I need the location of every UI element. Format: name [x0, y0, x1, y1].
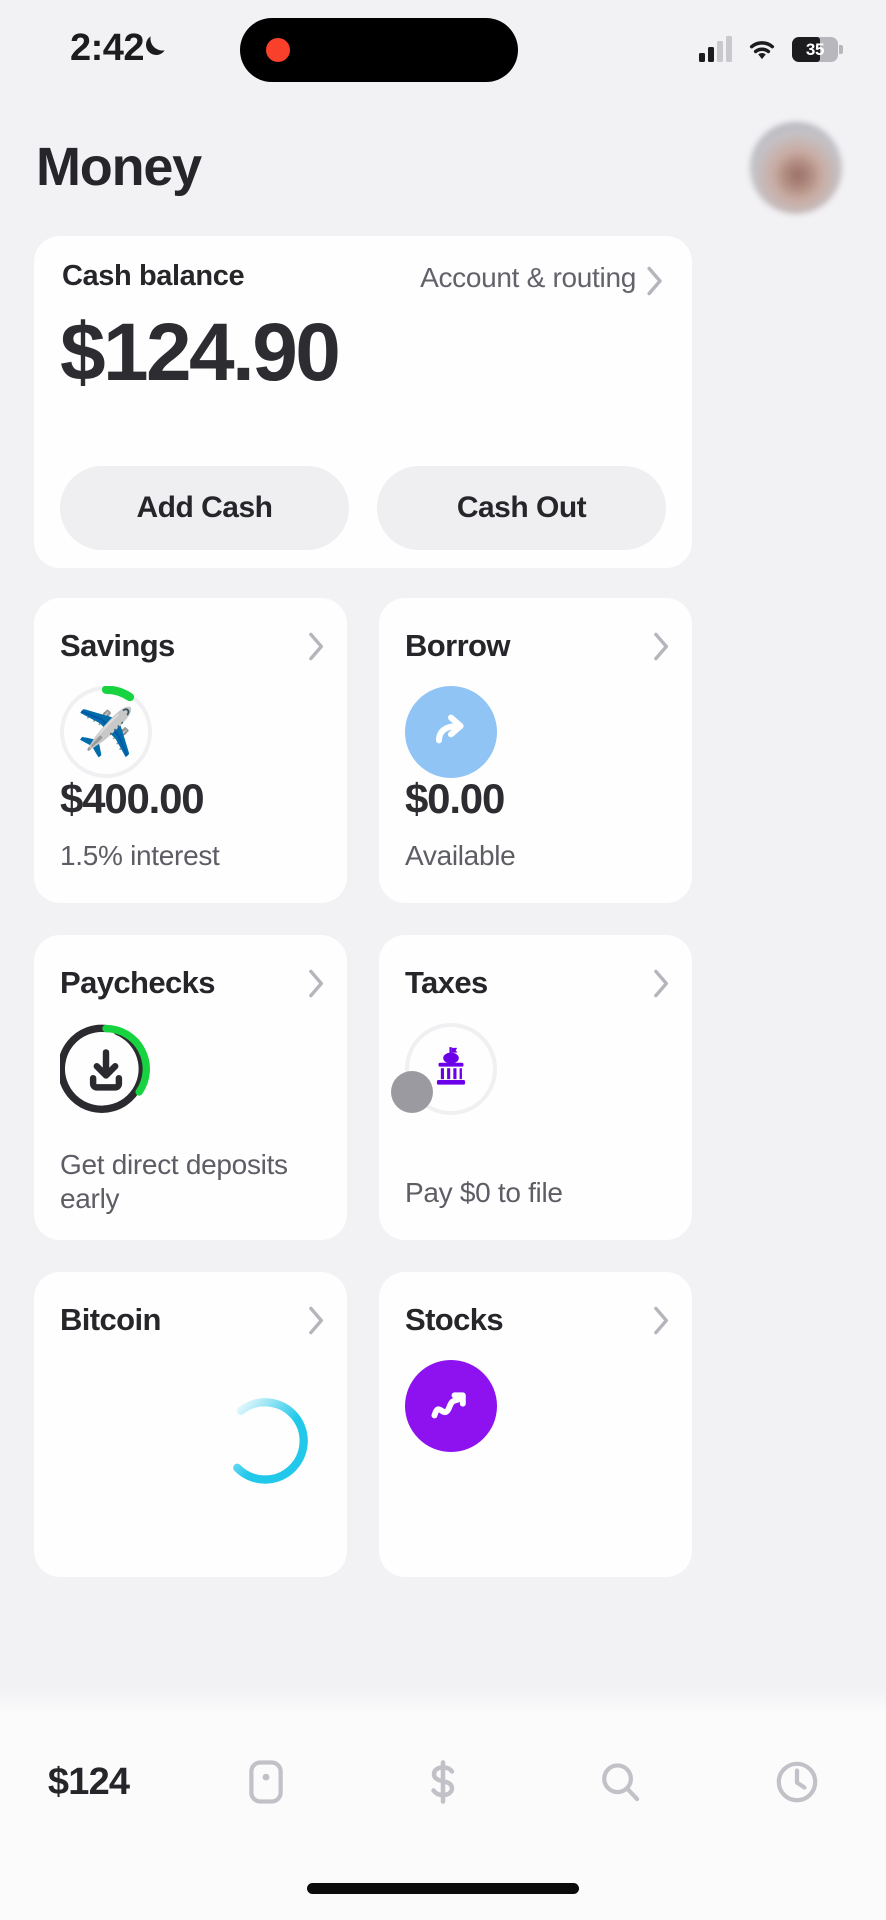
download-arrow-ring-icon: [60, 1023, 152, 1115]
tile-savings[interactable]: Savings ✈️ $400.00 1.5% interest: [34, 598, 347, 903]
chevron-right-icon[interactable]: [653, 969, 670, 998]
cash-balance-header: Cash balance Account & routing: [34, 236, 692, 310]
tile-savings-title: Savings: [60, 628, 175, 663]
card-icon: [249, 1760, 283, 1804]
chevron-right-icon[interactable]: [653, 1306, 670, 1335]
tile-bitcoin-header: Bitcoin: [60, 1302, 325, 1338]
account-routing-link[interactable]: Account & routing: [420, 262, 636, 294]
trending-up-circle-icon: [405, 1360, 497, 1452]
cellular-bars-icon: [699, 36, 732, 62]
tile-stocks[interactable]: Stocks: [379, 1272, 692, 1577]
loading-spinner-icon: [217, 1396, 309, 1488]
cash-balance-label: Cash balance: [62, 260, 245, 292]
battery-percent: 35: [805, 39, 825, 59]
tab-money-label: $124: [47, 1760, 130, 1803]
tile-borrow[interactable]: Borrow $0.00 Available: [379, 598, 692, 903]
clock-icon: [777, 1761, 818, 1803]
tile-borrow-title: Borrow: [405, 628, 511, 663]
avatar[interactable]: [750, 122, 842, 214]
cash-balance-card: Cash balance Account & routing $124.90 A…: [34, 236, 692, 568]
chevron-right-icon[interactable]: [646, 266, 664, 296]
tile-paychecks-title: Paychecks: [60, 965, 216, 1000]
tile-savings-amount: $400.00: [60, 775, 205, 822]
status-bar-time: 2:42: [70, 27, 145, 69]
tile-taxes[interactable]: Taxes Pay $0 to file: [379, 935, 692, 1240]
government-building-icon: [391, 1023, 497, 1115]
page-title: Money: [36, 137, 202, 197]
tile-stocks-header: Stocks: [405, 1302, 670, 1338]
dynamic-island: [240, 18, 518, 82]
tab-payments[interactable]: [354, 1736, 531, 1828]
battery-icon: 35: [792, 37, 843, 62]
chevron-right-icon[interactable]: [653, 632, 670, 661]
tab-search[interactable]: [532, 1736, 709, 1828]
crescent-moon-icon: [146, 36, 165, 55]
tab-money[interactable]: $124: [0, 1736, 177, 1828]
tile-bitcoin[interactable]: Bitcoin: [34, 1272, 347, 1577]
chevron-right-icon[interactable]: [308, 632, 325, 661]
tab-activity[interactable]: [709, 1736, 886, 1828]
dollar-sign-icon: [431, 1760, 455, 1804]
tile-paychecks-subtitle: Get direct deposits early: [60, 1148, 288, 1214]
add-cash-button[interactable]: Add Cash: [60, 466, 349, 550]
page-header: Money: [0, 108, 886, 236]
tab-bar: $124: [0, 1714, 886, 1920]
chevron-right-icon[interactable]: [308, 969, 325, 998]
tile-borrow-header: Borrow: [405, 628, 670, 664]
record-dot-icon: [266, 38, 290, 62]
tile-taxes-title: Taxes: [405, 965, 488, 1000]
status-bar: 2:42 35: [0, 0, 886, 108]
tile-paychecks-header: Paychecks: [60, 965, 325, 1001]
tile-bitcoin-title: Bitcoin: [60, 1302, 161, 1337]
tile-stocks-title: Stocks: [405, 1302, 504, 1337]
arrow-forward-circle-icon: [405, 686, 497, 778]
search-icon: [602, 1763, 640, 1802]
tile-savings-subtitle: 1.5% interest: [60, 839, 220, 871]
status-bar-indicators: 35: [699, 26, 843, 62]
content-fade: [0, 1688, 886, 1714]
tile-borrow-subtitle: Available: [405, 839, 516, 871]
wifi-icon: [749, 41, 775, 60]
tile-paychecks[interactable]: Paychecks Get direct deposits early: [34, 935, 347, 1240]
tab-card[interactable]: [177, 1736, 354, 1828]
chevron-right-icon[interactable]: [308, 1306, 325, 1335]
tile-taxes-header: Taxes: [405, 965, 670, 1001]
money-tiles-grid: Savings ✈️ $400.00 1.5% interest Borrow: [34, 598, 692, 1577]
airplane-emoji-ring-icon: ✈️: [60, 686, 152, 778]
balance-actions: Add Cash Cash Out: [60, 466, 666, 550]
cash-out-button[interactable]: Cash Out: [377, 466, 666, 550]
tile-borrow-amount: $0.00: [405, 775, 505, 822]
tile-savings-header: Savings: [60, 628, 325, 664]
tile-taxes-subtitle: Pay $0 to file: [405, 1176, 563, 1208]
cash-balance-amount: $124.90: [60, 307, 341, 398]
home-indicator: [307, 1883, 579, 1894]
